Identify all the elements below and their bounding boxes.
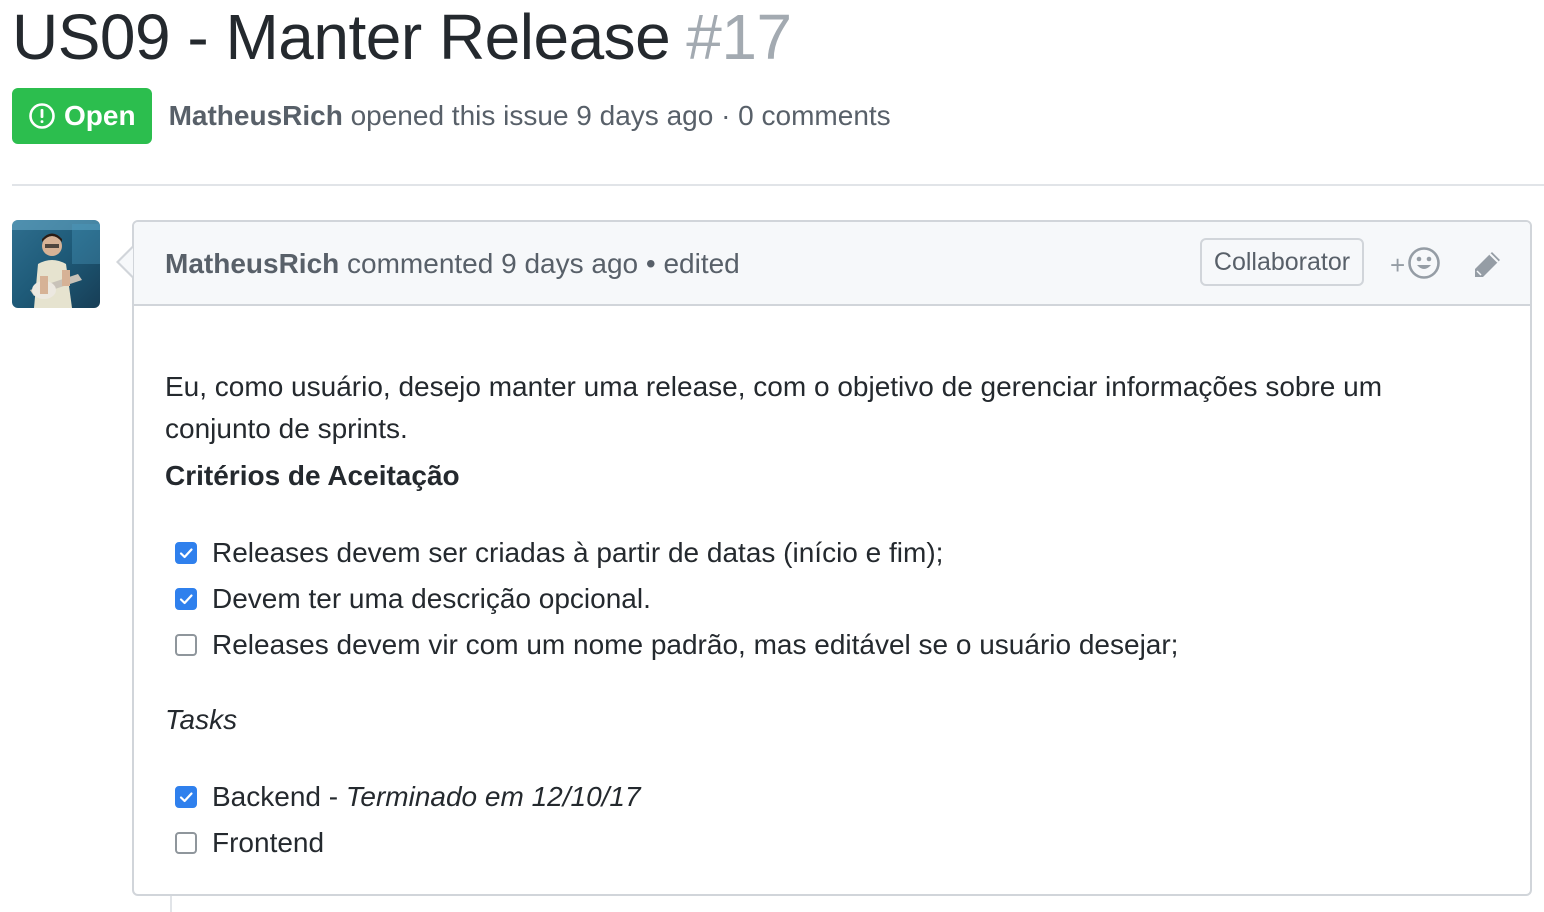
collaborator-badge: Collaborator (1200, 238, 1364, 286)
comment-header: MatheusRich commented 9 days ago • edite… (134, 222, 1530, 306)
timeline-line (170, 896, 172, 912)
issue-state-label: Open (64, 100, 136, 131)
issue-state-badge: Open (12, 88, 152, 144)
checkbox-checked-icon[interactable] (175, 786, 197, 808)
issue-author-link[interactable]: MatheusRich (169, 100, 343, 131)
checkbox-checked-icon[interactable] (175, 588, 197, 610)
header-divider (12, 184, 1544, 186)
checkbox-unchecked-icon[interactable] (175, 832, 197, 854)
issue-opened-text: opened this issue 9 days ago · 0 comment… (350, 100, 891, 131)
issue-meta: Open MatheusRich opened this issue 9 day… (12, 88, 891, 144)
issue-meta-text: MatheusRich opened this issue 9 days ago… (169, 100, 891, 132)
tasks-task-list: Backend - Terminado em 12/10/17 Frontend (175, 774, 641, 866)
issue-opened-icon (28, 102, 56, 130)
comment-author-link[interactable]: MatheusRich (165, 248, 339, 280)
checkbox-checked-icon[interactable] (175, 542, 197, 564)
avatar[interactable] (12, 220, 100, 308)
issue-page: US09 - Manter Release #17 Open MatheusRi… (0, 0, 1544, 912)
task-list-item: Releases devem vir com um nome padrão, m… (175, 622, 1178, 668)
task-list-item: Devem ter uma descrição opcional. (175, 576, 1178, 622)
task-list-item: Releases devem ser criadas à partir de d… (175, 530, 1178, 576)
task-text: Devem ter uma descrição opcional. (212, 583, 651, 614)
task-text: Releases devem ser criadas à partir de d… (212, 537, 944, 568)
task-text: Backend - (212, 781, 346, 812)
comment-caret-fill (119, 248, 133, 276)
smiley-icon (1407, 246, 1441, 285)
reaction-plus-label: + (1390, 250, 1406, 280)
task-list-item: Backend - Terminado em 12/10/17 (175, 774, 641, 820)
comment-intro: Eu, como usuário, desejo manter uma rele… (165, 371, 1383, 444)
edit-comment-button[interactable] (1470, 248, 1504, 282)
task-text: Releases devem vir com um nome padrão, m… (212, 629, 1179, 660)
issue-title: US09 - Manter Release (12, 1, 671, 73)
criteria-task-list: Releases devem ser criadas à partir de d… (175, 530, 1178, 668)
comment-timestamp[interactable]: commented 9 days ago • edited (347, 248, 740, 280)
add-reaction-button[interactable]: + (1390, 246, 1446, 285)
task-list-item: Frontend (175, 820, 641, 866)
comment-header-text: MatheusRich commented 9 days ago • edite… (165, 222, 740, 306)
task-note: Terminado em 12/10/17 (345, 781, 641, 812)
issue-title-row: US09 - Manter Release #17 (12, 0, 792, 74)
issue-number: #17 (686, 1, 792, 73)
checkbox-unchecked-icon[interactable] (175, 634, 197, 656)
tasks-heading: Tasks (165, 704, 238, 735)
task-text: Frontend (212, 827, 325, 858)
criteria-heading: Critérios de Aceitação (165, 460, 460, 491)
comment-box: MatheusRich commented 9 days ago • edite… (132, 220, 1532, 896)
pencil-icon (1470, 252, 1504, 286)
